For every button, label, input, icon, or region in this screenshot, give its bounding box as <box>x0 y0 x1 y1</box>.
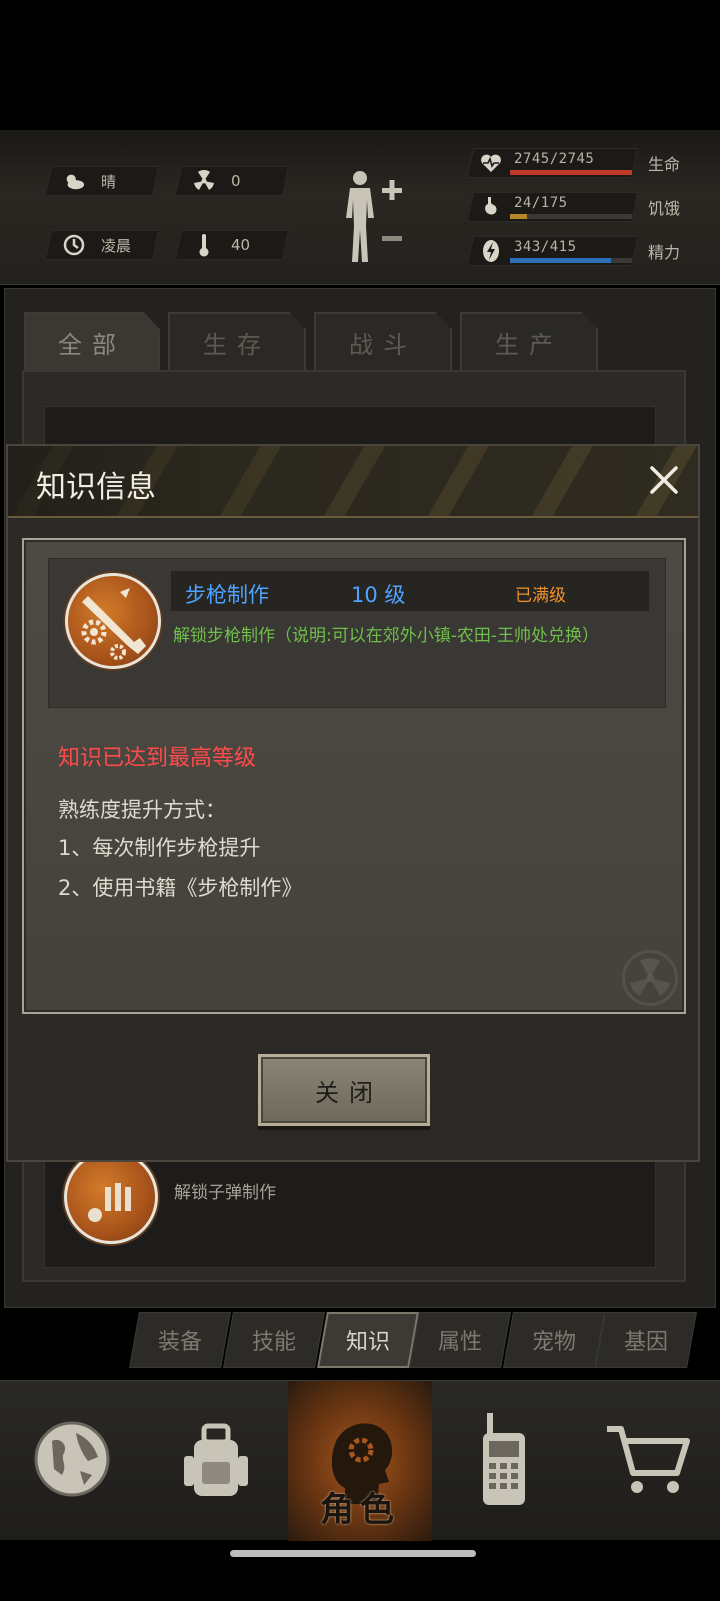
proficiency-method-1: 1、每次制作步枪提升 <box>58 836 261 860</box>
dialog-title: 知识信息 <box>36 470 156 505</box>
nav-world-map[interactable] <box>0 1381 144 1541</box>
weather-chip: 晴 <box>44 166 160 196</box>
ammo-crafting-icon[interactable] <box>64 1150 158 1244</box>
knowledge-info-dialog: 知识信息 步枪制作 10 级 已满级 解锁步枪制作（说明:可以在郊外小镇-农田- <box>6 444 700 1162</box>
weather-text: 晴 <box>101 172 117 191</box>
close-icon[interactable] <box>644 460 684 500</box>
tab-all[interactable]: 全部 <box>24 312 160 370</box>
life-value: 2745/2745 <box>514 151 595 167</box>
dialog-header: 知识信息 <box>8 446 698 518</box>
subtab-label: 知识 <box>345 1330 390 1355</box>
life-bar <box>510 170 632 175</box>
radiation-icon <box>193 170 215 192</box>
subtab-label: 装备 <box>157 1330 202 1355</box>
knowledge-card: 步枪制作 10 级 已满级 解锁步枪制作（说明:可以在郊外小镇-农田-王帅处兑换… <box>48 558 666 708</box>
radiation-watermark-icon <box>622 950 678 1006</box>
max-level-badge: 已满级 <box>515 586 566 606</box>
nav-character-label: 角色 <box>320 1490 400 1530</box>
time-chip: 凌晨 <box>44 230 160 260</box>
subtab-label: 基因 <box>623 1330 668 1355</box>
life-label: 生命 <box>648 155 681 174</box>
rifle-crafting-icon <box>65 573 161 669</box>
nav-backpack[interactable] <box>144 1381 288 1541</box>
shopping-cart-icon <box>603 1419 693 1503</box>
hunger-label: 饥饿 <box>648 199 681 218</box>
proficiency-title: 熟练度提升方式： <box>58 798 226 822</box>
nav-radio[interactable] <box>432 1381 576 1541</box>
subtab-label: 属性 <box>437 1330 482 1355</box>
dialog-content: 步枪制作 10 级 已满级 解锁步枪制作（说明:可以在郊外小镇-农田-王帅处兑换… <box>22 538 686 1014</box>
subtab-label: 技能 <box>251 1330 296 1355</box>
stomach-icon <box>480 196 502 218</box>
globe-icon <box>32 1419 112 1503</box>
knowledge-name: 步枪制作 <box>185 583 269 607</box>
energy-label: 精力 <box>648 243 681 262</box>
cloud-sun-icon <box>63 170 85 192</box>
backpack-icon <box>176 1414 256 1508</box>
knowledge-header: 步枪制作 10 级 已满级 <box>171 571 649 611</box>
knowledge-level: 10 级 <box>351 583 406 607</box>
max-level-message: 知识已达到最高等级 <box>58 746 257 771</box>
time-text: 凌晨 <box>101 236 132 255</box>
close-button[interactable]: 关闭 <box>258 1054 430 1126</box>
subtab-pets[interactable]: 宠物 <box>503 1312 605 1368</box>
heart-pulse-icon <box>480 152 502 174</box>
hunger-value: 24/175 <box>514 195 568 211</box>
subtab-equipment[interactable]: 装备 <box>129 1312 231 1368</box>
life-stat: 2745/2745 生命 <box>466 146 690 180</box>
walkie-talkie-icon <box>469 1409 539 1513</box>
nav-character[interactable]: 角色 <box>288 1381 432 1541</box>
subtab-skills[interactable]: 技能 <box>223 1312 325 1368</box>
subtab-attributes[interactable]: 属性 <box>409 1312 511 1368</box>
energy-bolt-icon <box>480 240 502 262</box>
tab-combat[interactable]: 战斗 <box>314 312 452 370</box>
nav-shop[interactable] <box>576 1381 720 1541</box>
temperature-value: 40 <box>231 236 251 254</box>
proficiency-method-2: 2、使用书籍《步枪制作》 <box>58 876 303 900</box>
body-status-button[interactable] <box>340 166 410 266</box>
bottom-nav: 角色 <box>0 1380 720 1541</box>
role-subtabs: 装备 技能 知识 属性 宠物 基因 <box>128 1312 698 1368</box>
knowledge-description: 解锁步枪制作（说明:可以在郊外小镇-农田-王帅处兑换） <box>173 626 599 646</box>
tab-survival[interactable]: 生存 <box>168 312 306 370</box>
temperature-chip: 40 <box>174 230 290 260</box>
clock-icon <box>63 234 85 256</box>
tab-production[interactable]: 生产 <box>460 312 598 370</box>
thermometer-icon <box>193 234 215 257</box>
radiation-chip: 0 <box>174 166 290 196</box>
energy-stat: 343/415 精力 <box>466 234 690 268</box>
subtab-genes[interactable]: 基因 <box>595 1312 697 1368</box>
subtab-knowledge[interactable]: 知识 <box>317 1312 419 1368</box>
list-item-desc: 解锁子弹制作 <box>174 1183 276 1203</box>
subtab-label: 宠物 <box>531 1330 576 1355</box>
hunger-stat: 24/175 饥饿 <box>466 190 690 224</box>
hunger-bar <box>510 214 528 219</box>
radiation-value: 0 <box>231 172 241 190</box>
energy-value: 343/415 <box>514 239 577 255</box>
home-indicator[interactable] <box>230 1550 476 1557</box>
energy-bar <box>510 258 612 263</box>
